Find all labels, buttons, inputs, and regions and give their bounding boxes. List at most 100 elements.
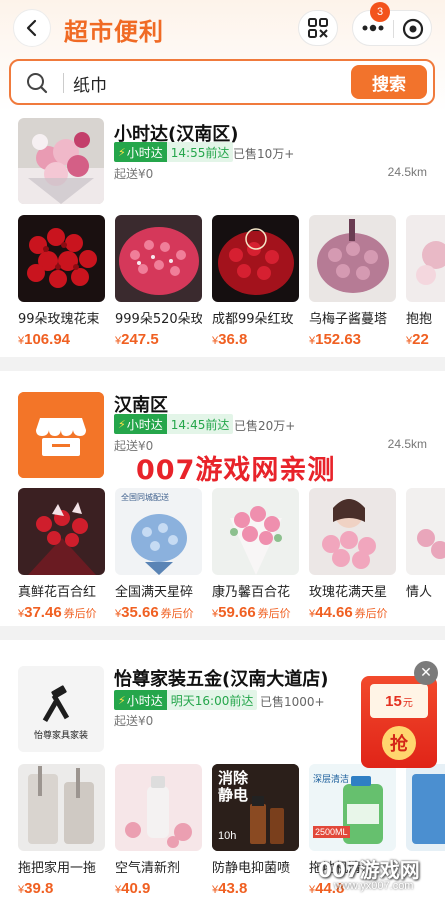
scan-icon [308, 18, 328, 38]
scan-button[interactable] [298, 10, 338, 46]
chevron-left-icon [26, 19, 37, 37]
product-price: ¥39.8 [18, 880, 54, 897]
product-card[interactable]: 真鲜花百合红 ¥37.46 券后价 [18, 488, 105, 621]
product-image-caption: 2500ML [313, 826, 350, 838]
product-name: 情人 [406, 585, 433, 600]
product-card[interactable]: 乌梅子酱蔓塔 ¥152.63 [309, 215, 396, 348]
product-image: 深层清洁 2500ML [309, 764, 396, 851]
product-image [115, 764, 202, 851]
watermark-text: 007游戏网亲测 [136, 455, 336, 486]
product-image [212, 215, 299, 302]
product-name: 抱抱 [406, 312, 433, 327]
product-card[interactable]: 拖把家用一拖 ¥39.8 [18, 764, 105, 897]
product-image-caption: 消除静电 [218, 769, 249, 804]
red-packet-amount: 15 元 [370, 684, 428, 718]
product-image: 消除静电 10h [212, 764, 299, 851]
product-name: 99朵玫瑰花束 [18, 312, 100, 327]
product-price: ¥106.94 [18, 331, 71, 348]
product-image-caption: 10h [218, 830, 237, 842]
delivery-time: 14:55前达 [166, 142, 234, 162]
red-packet-button[interactable]: 15 元 抢 [361, 676, 437, 768]
delivery-label: 小时达 [126, 145, 163, 160]
product-image [18, 764, 105, 851]
product-price: ¥40.9 [115, 880, 151, 897]
product-image-caption: 深层清洁 [313, 775, 350, 785]
capsule-divider [393, 20, 394, 38]
product-image [18, 215, 105, 302]
distance: 24.5km [387, 165, 427, 179]
sold-count: 已售1000+ [260, 695, 325, 709]
product-price: ¥37.46 券后价 [18, 604, 97, 621]
grab-button[interactable]: 抢 [382, 726, 416, 760]
store-card[interactable]: 小时达(汉南区) ⚡ 小时达 14:55前达 已售10万+ 起送¥0 24.5km… [0, 112, 445, 357]
product-card[interactable]: 999朵520朵玫 ¥247.5 [115, 215, 202, 348]
product-price: ¥152.63 [309, 331, 362, 348]
product-card[interactable]: 空气清新剂 ¥40.9 [115, 764, 202, 897]
product-name: 拖把家用一拖 [18, 861, 97, 876]
search-icon [27, 73, 48, 94]
product-image: 全国同城配送 [115, 488, 202, 575]
product-card[interactable]: 康乃馨百合花 ¥59.66 券后价 [212, 488, 299, 621]
delivery-time: 明天16:00前达 [166, 690, 258, 710]
product-price: ¥44.66 券后价 [309, 604, 388, 621]
product-name: 999朵520朵玫 [115, 312, 202, 327]
product-card[interactable]: 抱抱 ¥22 [406, 215, 445, 348]
bolt-icon: ⚡ [118, 145, 126, 159]
product-card[interactable]: 全国同城配送 全国满天星碎 ¥35.66 券后价 [115, 488, 202, 621]
product-price: ¥43.8 [212, 880, 248, 897]
back-button[interactable] [13, 9, 51, 47]
product-image [212, 488, 299, 575]
store-name: 怡尊家装五金(汉南大道店) [114, 669, 329, 690]
product-card[interactable]: 情人 [406, 488, 445, 621]
distance: 24.5km [387, 437, 427, 451]
product-price: ¥22 [406, 331, 429, 348]
sold-count: 已售20万+ [234, 419, 296, 433]
product-name: 康乃馨百合花 [212, 585, 291, 600]
product-name: 乌梅子酱蔓塔 [309, 312, 388, 327]
search-button[interactable]: 搜索 [351, 65, 427, 99]
product-image-caption: 全国同城配送 [121, 493, 169, 502]
product-image [18, 488, 105, 575]
more-dots-icon [362, 24, 384, 32]
delivery-time: 14:45前达 [166, 414, 234, 434]
min-order: 起送¥0 [114, 714, 154, 728]
bolt-icon: ⚡ [118, 417, 126, 431]
mini-program-capsule [352, 10, 432, 46]
notification-badge: 3 [370, 2, 390, 22]
search-bar: 搜索 [9, 59, 435, 105]
product-name: 真鲜花百合红 [18, 585, 97, 600]
product-image [309, 488, 396, 575]
store-logo-text: 怡尊家具家装 [33, 731, 88, 741]
delivery-tag: ⚡ 小时达 14:45前达 [114, 414, 234, 434]
bolt-icon: ⚡ [118, 693, 126, 707]
search-input[interactable] [73, 69, 343, 97]
product-price: ¥35.66 券后价 [115, 604, 194, 621]
product-list: 真鲜花百合红 ¥37.46 券后价 全国同城配送 全国满天星碎 ¥35.66 券后价 [18, 488, 445, 621]
product-card[interactable]: 玫瑰花满天星 ¥44.66 券后价 [309, 488, 396, 621]
product-card[interactable]: 99朵玫瑰花束 ¥106.94 [18, 215, 105, 348]
product-price: ¥247.5 [115, 331, 159, 348]
product-image [309, 215, 396, 302]
product-name: 全国满天星碎 [115, 585, 194, 600]
delivery-tag: ⚡ 小时达 明天16:00前达 [114, 690, 258, 710]
store-card[interactable]: 汉南区 ⚡ 小时达 14:45前达 已售20万+ 起送¥0 24.5km 真鲜花百… [0, 371, 445, 626]
site-watermark: 007游戏网 [318, 858, 420, 882]
product-price: ¥59.66 券后价 [212, 604, 291, 621]
header: 超市便利 3 搜索 [0, 0, 445, 112]
min-order: 起送¥0 [114, 167, 154, 181]
store-logo [18, 118, 104, 204]
product-name: 成都99朵红玫 [212, 312, 294, 327]
search-separator [63, 73, 64, 93]
product-name: 防静电抑菌喷 [212, 861, 291, 876]
product-card[interactable]: 成都99朵红玫 ¥36.8 [212, 215, 299, 348]
product-card[interactable]: 消除静电 10h 防静电抑菌喷 ¥43.8 [212, 764, 299, 897]
delivery-tag: ⚡ 小时达 14:55前达 [114, 142, 234, 162]
product-image [406, 215, 445, 302]
close-target-icon[interactable] [401, 17, 425, 41]
product-image [115, 215, 202, 302]
store-logo [18, 392, 104, 478]
store-logo: 怡尊家具家装 [18, 666, 104, 752]
product-image [406, 764, 445, 851]
close-icon[interactable]: ✕ [414, 661, 438, 685]
page-title: 超市便利 [64, 18, 164, 46]
